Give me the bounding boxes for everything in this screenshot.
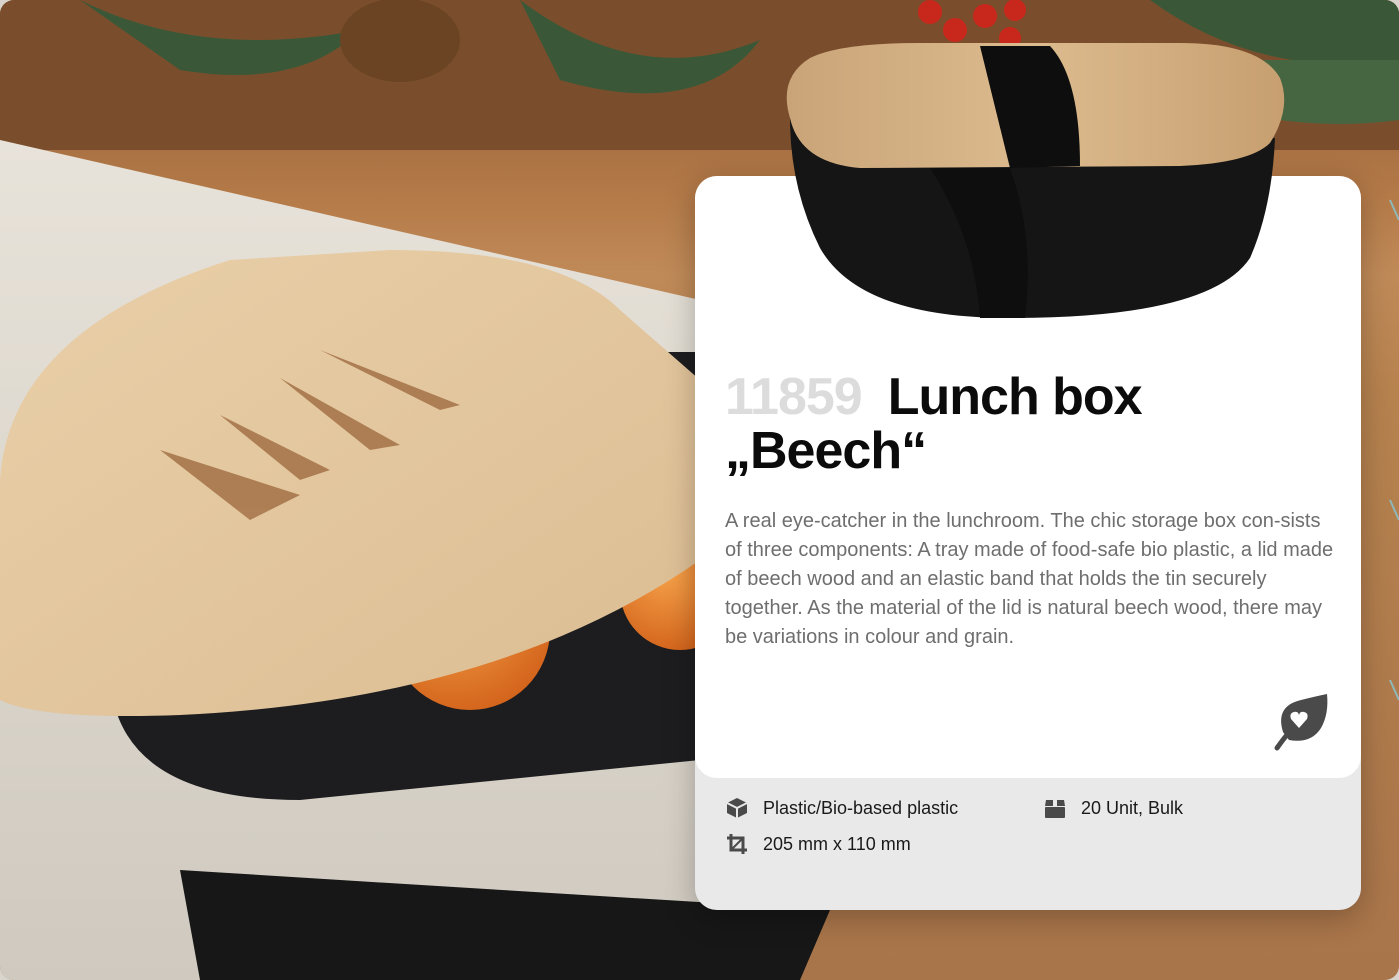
- product-image: [786, 43, 1285, 318]
- product-description: A real eye-catcher in the lunchroom. The…: [725, 510, 1334, 648]
- eco-leaf-heart-icon: [1274, 694, 1328, 751]
- box-icon: [726, 798, 748, 818]
- crop-icon: [727, 834, 747, 854]
- spec-dimensions: 205 mm x 110 mm: [725, 832, 911, 856]
- spec-material-text: Plastic/Bio-based plastic: [763, 797, 959, 818]
- product-page: 11859 Lunch box „Beech“ A real eye-catche…: [0, 0, 1399, 980]
- spec-packaging: 20 Unit, Bulk: [1043, 796, 1183, 820]
- spec-dimensions-text: 205 mm x 110 mm: [763, 833, 911, 854]
- package-icon: [1045, 800, 1065, 818]
- spec-packaging-text: 20 Unit, Bulk: [1081, 797, 1184, 818]
- product-title: 11859 Lunch box „Beech“: [725, 370, 1335, 478]
- product-sku: 11859: [725, 368, 863, 426]
- spec-material: Plastic/Bio-based plastic: [725, 796, 958, 820]
